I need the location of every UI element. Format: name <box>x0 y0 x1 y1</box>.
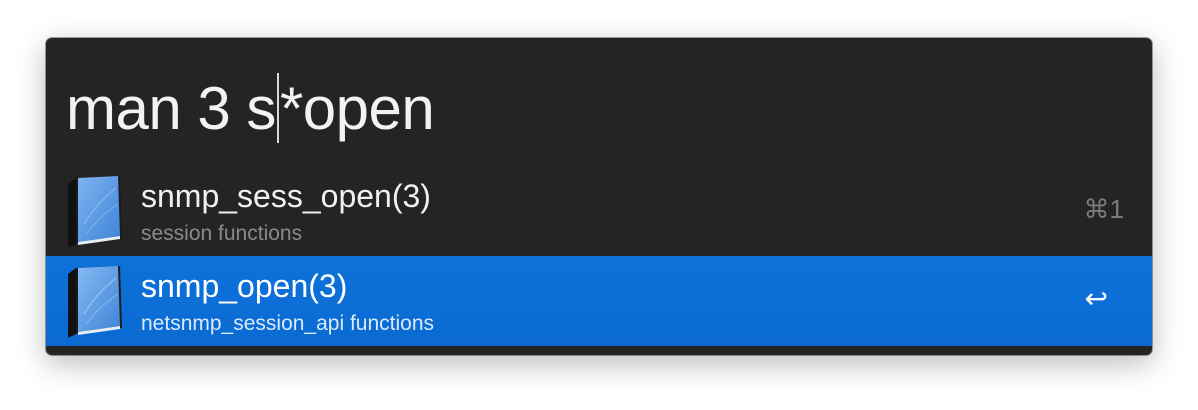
query-text-before-caret: man 3 s <box>66 74 276 142</box>
launcher-window: man 3 s *open snmp_sess_open(3) session f… <box>46 38 1152 355</box>
result-title: snmp_sess_open(3) <box>141 178 431 214</box>
manual-book-icon <box>68 176 122 248</box>
manual-book-icon <box>68 266 122 338</box>
text-caret <box>276 73 279 143</box>
result-subtitle: session functions <box>141 222 303 245</box>
result-title: snmp_open(3) <box>141 268 348 304</box>
return-key-icon: ↩ <box>1084 283 1108 314</box>
results-list: snmp_sess_open(3) session functions ⌘1 s… <box>46 166 1152 346</box>
query-text-after-caret: *open <box>279 74 435 142</box>
result-subtitle: netsnmp_session_api functions <box>141 312 435 335</box>
result-row-snmp-open[interactable]: snmp_open(3) netsnmp_session_api functio… <box>46 256 1152 346</box>
result-shortcut-hint: ⌘1 <box>1083 194 1124 224</box>
search-query[interactable]: man 3 s *open <box>66 72 435 144</box>
result-row-snmp-sess-open[interactable]: snmp_sess_open(3) session functions ⌘1 <box>46 166 1152 256</box>
